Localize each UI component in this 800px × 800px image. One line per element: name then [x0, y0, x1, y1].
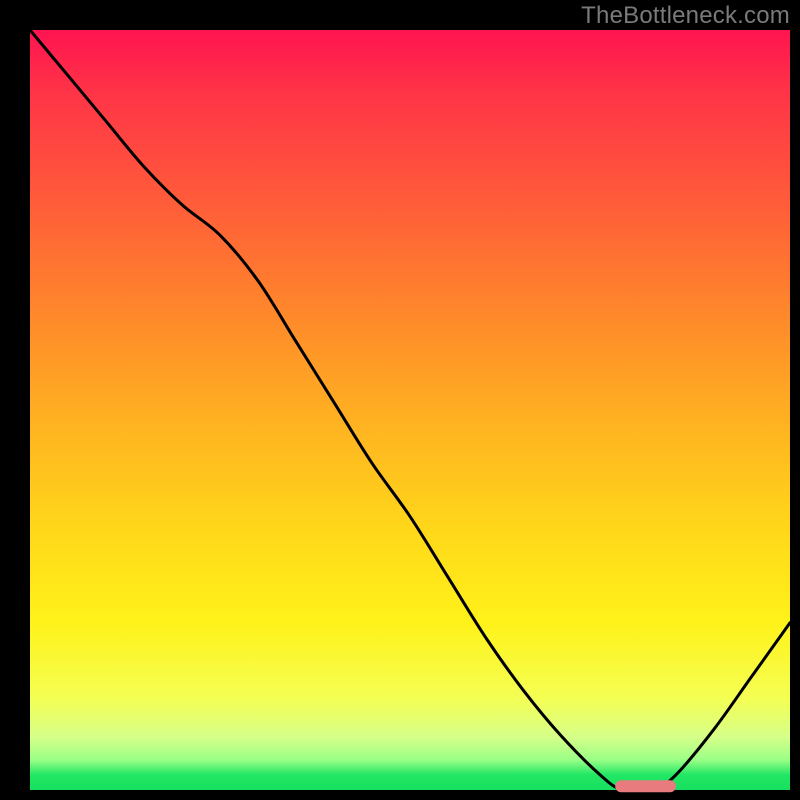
bottleneck-curve-path [30, 30, 790, 792]
plot-area [30, 30, 790, 790]
watermark-text: TheBottleneck.com [581, 2, 790, 30]
chart-container: TheBottleneck.com [0, 0, 800, 800]
curve-svg [30, 30, 790, 790]
optimal-range-marker [615, 780, 676, 792]
